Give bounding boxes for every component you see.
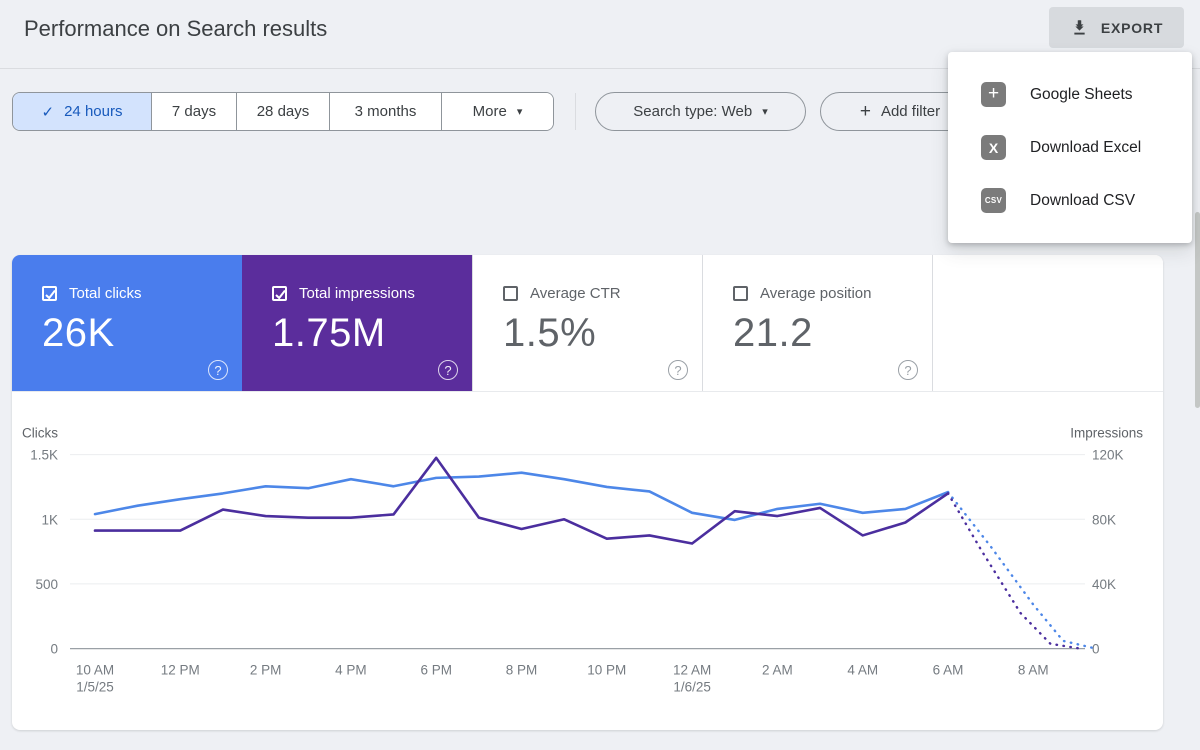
menu-item-label: Download Excel xyxy=(1030,138,1142,156)
tab-7-days[interactable]: 7 days xyxy=(151,93,236,130)
menu-item-download-csv[interactable]: CSV Download CSV xyxy=(948,174,1192,227)
export-button[interactable]: EXPORT xyxy=(1049,7,1184,48)
checkbox-checked-icon[interactable] xyxy=(42,286,57,301)
add-filter-label: Add filter xyxy=(880,103,941,120)
date-range-tabs: ✓ 24 hours 7 days 28 days 3 months More … xyxy=(12,92,554,131)
svg-text:12 AM: 12 AM xyxy=(673,663,711,678)
card-total-clicks[interactable]: Total clicks 26K ? xyxy=(12,255,242,391)
svg-text:4 PM: 4 PM xyxy=(335,663,367,678)
help-icon[interactable]: ? xyxy=(208,360,228,380)
card-total-impressions[interactable]: Total impressions 1.75M ? xyxy=(242,255,472,391)
card-value: 1.5% xyxy=(503,311,597,355)
svg-text:0: 0 xyxy=(50,642,58,657)
tab-label: More xyxy=(472,103,507,120)
svg-text:2 AM: 2 AM xyxy=(762,663,793,678)
chevron-down-icon: ▾ xyxy=(516,106,523,118)
plus-icon: + xyxy=(859,100,871,122)
svg-text:1/6/25: 1/6/25 xyxy=(673,680,711,695)
checkbox-unchecked-icon[interactable] xyxy=(503,286,518,301)
svg-text:1K: 1K xyxy=(41,512,58,527)
svg-text:120K: 120K xyxy=(1092,448,1124,463)
performance-line-chart[interactable]: 0 0 500 40K 1K 80K 1.5K 120K Clicks Impressions 10… xyxy=(12,392,1163,730)
svg-text:4 AM: 4 AM xyxy=(847,663,878,678)
tab-label: 28 days xyxy=(256,103,310,120)
menu-item-label: Download CSV xyxy=(1030,191,1136,209)
tab-24-hours[interactable]: ✓ 24 hours xyxy=(13,93,151,130)
csv-icon: CSV xyxy=(981,188,1006,213)
checkbox-checked-icon[interactable] xyxy=(272,286,287,301)
metric-cards-row: Total clicks 26K ? Total impressions 1.7… xyxy=(12,255,1163,392)
tab-more[interactable]: More ▾ xyxy=(441,93,553,130)
svg-text:6 PM: 6 PM xyxy=(420,663,452,678)
tab-3-months[interactable]: 3 months xyxy=(329,93,441,130)
svg-text:10 AM: 10 AM xyxy=(76,663,114,678)
check-icon: ✓ xyxy=(41,103,55,121)
excel-icon: X xyxy=(981,135,1006,160)
card-label: Total clicks xyxy=(69,285,142,302)
sheets-icon: + xyxy=(981,82,1006,107)
svg-text:500: 500 xyxy=(35,577,58,592)
svg-text:8 AM: 8 AM xyxy=(1018,663,1049,678)
tab-label: 7 days xyxy=(171,103,217,120)
download-icon xyxy=(1074,20,1085,35)
page-title: Performance on Search results xyxy=(24,16,328,41)
help-icon[interactable]: ? xyxy=(898,360,918,380)
tab-label: 24 hours xyxy=(64,103,123,120)
menu-item-download-excel[interactable]: X Download Excel xyxy=(948,121,1192,174)
chevron-down-icon: ▾ xyxy=(762,106,768,118)
help-icon[interactable]: ? xyxy=(668,360,688,380)
card-value: 1.75M xyxy=(272,311,386,355)
svg-text:6 AM: 6 AM xyxy=(933,663,964,678)
card-label: Average CTR xyxy=(530,285,621,302)
svg-text:0: 0 xyxy=(1092,642,1100,657)
card-label: Total impressions xyxy=(299,285,415,302)
menu-item-google-sheets[interactable]: + Google Sheets xyxy=(948,68,1192,121)
menu-item-label: Google Sheets xyxy=(1030,85,1133,103)
svg-text:1.5K: 1.5K xyxy=(30,448,58,463)
export-menu: + Google Sheets X Download Excel CSV Dow… xyxy=(948,52,1192,243)
vertical-scrollbar[interactable] xyxy=(1195,212,1200,408)
svg-text:40K: 40K xyxy=(1092,577,1116,592)
card-average-position[interactable]: Average position 21.2 ? xyxy=(702,255,932,391)
svg-text:8 PM: 8 PM xyxy=(506,663,538,678)
svg-text:80K: 80K xyxy=(1092,512,1116,527)
svg-text:Impressions: Impressions xyxy=(1070,426,1143,441)
help-icon[interactable]: ? xyxy=(438,360,458,380)
svg-text:Clicks: Clicks xyxy=(22,426,58,441)
checkbox-unchecked-icon[interactable] xyxy=(733,286,748,301)
tab-28-days[interactable]: 28 days xyxy=(236,93,329,130)
svg-text:12 PM: 12 PM xyxy=(161,663,200,678)
cards-filler xyxy=(932,255,1163,391)
card-value: 21.2 xyxy=(733,311,813,355)
performance-panel: Total clicks 26K ? Total impressions 1.7… xyxy=(12,255,1163,730)
card-average-ctr[interactable]: Average CTR 1.5% ? xyxy=(472,255,702,391)
search-type-label: Search type: Web xyxy=(633,103,753,120)
filter-separator xyxy=(575,93,576,130)
card-label: Average position xyxy=(760,285,872,302)
svg-text:2 PM: 2 PM xyxy=(250,663,282,678)
search-type-dropdown[interactable]: Search type: Web ▾ xyxy=(595,92,806,131)
tab-label: 3 months xyxy=(354,103,417,120)
card-value: 26K xyxy=(42,311,115,355)
svg-text:1/5/25: 1/5/25 xyxy=(76,680,114,695)
svg-text:10 PM: 10 PM xyxy=(587,663,626,678)
export-button-label: EXPORT xyxy=(1100,19,1164,36)
